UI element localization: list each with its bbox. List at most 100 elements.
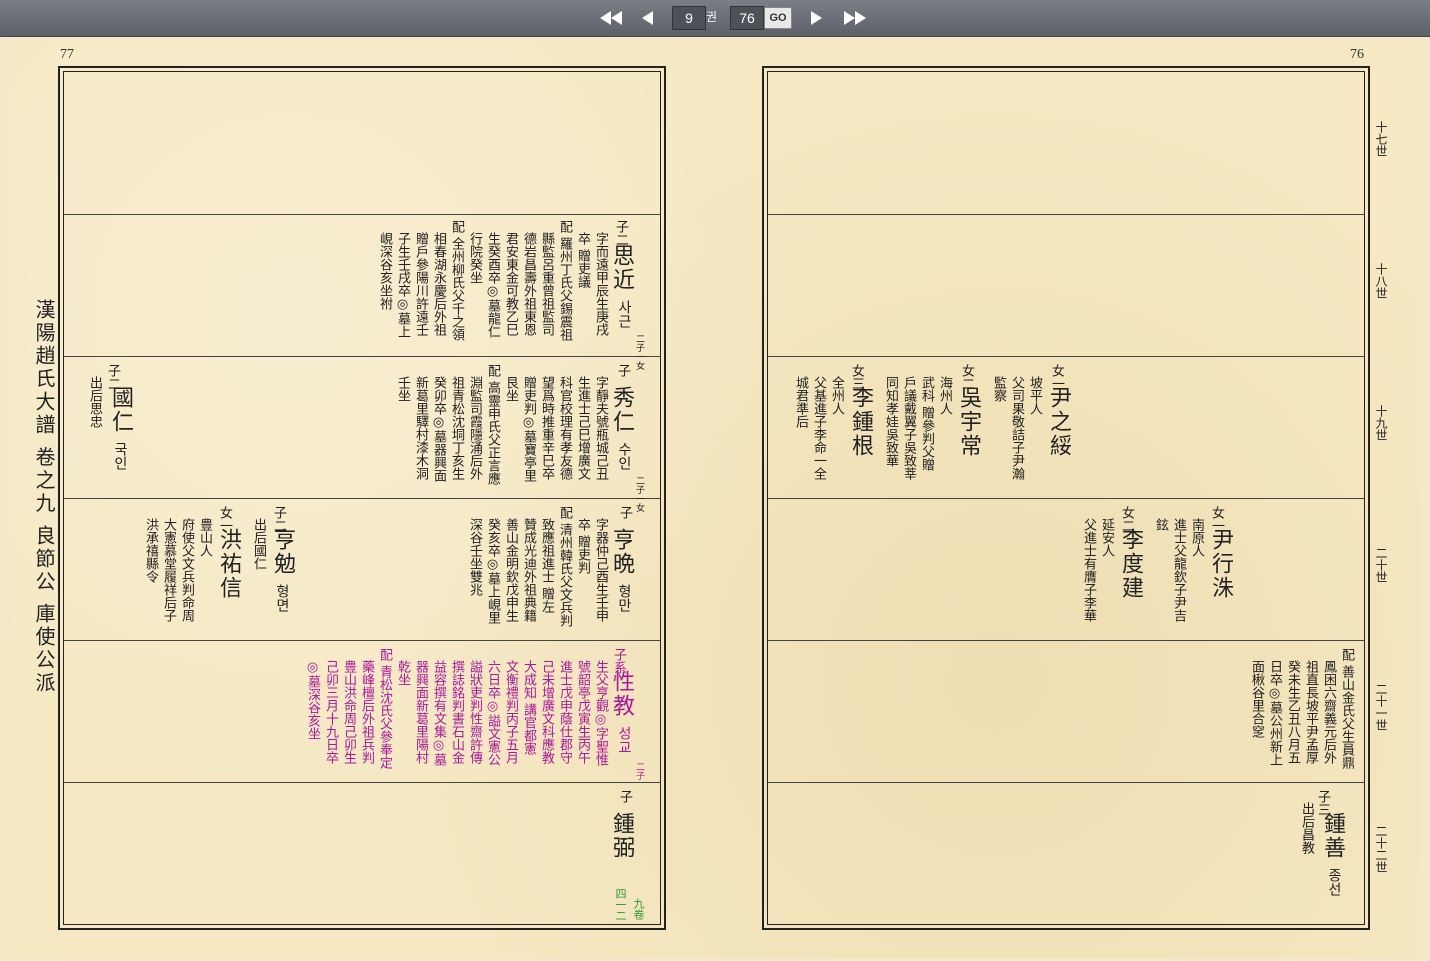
note-line: 縣監呂重曾祖監司 [539,232,554,336]
entry-name: 鍾弼 [609,812,634,860]
entry-korean-name: 형만 [616,584,632,612]
note-line: 行院癸坐 [467,232,482,284]
note-line: 贊成光迪外祖典籍 [521,518,536,622]
note-line: 戶議戴翼子吳致莘 [901,376,916,480]
note-line: 配 羅州丁氏父錫震祖 [557,220,572,342]
note-line: 謚狀吏判性齋許傳 [467,660,482,764]
entry-children-count: 二子一女 [634,476,644,512]
entry-name: 鍾善 [1320,812,1345,860]
entry-children-count: 二子一女 [634,334,644,370]
note-line: 鳳困六齋義元后外 [1321,660,1336,764]
note-line: 峴深谷亥坐祔 [377,232,392,310]
note-line: 坡平人 [1027,376,1042,415]
generation-label: 二十二世 [1374,825,1388,873]
entry-korean-name: 성교 [616,726,632,754]
note-line: 豊山人 [197,518,212,557]
note-line: 淵監司霞隱涌后外 [467,376,482,480]
note-line: 祖青松沈垌丁亥生 [449,376,464,480]
right-page-frame: 女一 尹之綏 坡平人 父司果敬詰子尹瀚 監察 女二 吳宇常 海州人 武科 贈參判… [762,66,1370,930]
note-line: 監察 [991,376,1006,402]
entry-korean-name: 수인 [616,442,632,470]
note-line: 字靜夫號瓶城己丑 [593,376,608,480]
note-line: 卒 贈吏判 [575,518,590,575]
left-arrow-icon [642,11,653,25]
next-page-button[interactable] [808,6,824,30]
note-line: 新葛里驛村漆木洞 [413,376,428,480]
volume-label: 권 [706,10,718,24]
note-line: 城君準后 [793,376,808,428]
note-line: ◎墓深谷亥坐 [305,660,320,740]
entry-name: 亨勉 [270,528,295,576]
entry-name: 洪祐信 [216,528,241,600]
note-line: 日卒◎墓公州新上 [1267,660,1282,766]
first-page-button[interactable] [598,6,624,30]
footer-volume: 九卷 [632,898,645,920]
note-line: 善山金明欽戊申生 [503,518,518,622]
note-line: 延安人 [1099,518,1114,557]
note-line: 大成知 講官都憲 [521,660,536,756]
note-line: 癸卯卒◎墓器興面 [431,376,446,482]
entry-relation: 子二 [613,220,628,246]
note-line: 生進士己巳增廣文 [575,376,590,480]
note-line: 字器仲己酉生壬申 [593,518,608,622]
note-line: 配 全州柳氏父千之領 [449,220,464,342]
go-button[interactable]: GO [764,7,792,29]
note-line: 贈吏判◎墓寶亭里 [521,376,536,482]
note-line: 艮坐 [503,376,518,402]
note-line: 號韶亭戊寅生丙午 [575,660,590,764]
note-line: 癸亥卒◎墓上峴里 [485,518,500,624]
entry-relation: 子 [615,364,630,377]
note-line: 武科 贈參判父贈 [919,376,934,472]
note-line: 配 青松沈氏父參奉定 [377,648,392,770]
entry-name: 亨晩 [609,528,634,576]
left-page-inner-frame: 子二 思近 사근 二子一女 字而遠甲辰生庚戌 卒 贈吏議 配 羅州丁氏父錫震祖 … [63,71,661,925]
note-line: 壬坐 [395,376,410,402]
generation-label: 十九世 [1374,405,1388,441]
note-line: 生父亨觀◎字聖惟 [593,660,608,766]
note-line: 南原人 [1189,518,1204,557]
note-line: 海州人 [937,376,952,415]
note-line: 父進士有膺子李華 [1081,518,1096,622]
prev-page-button[interactable] [640,6,656,30]
footer-page-code: 四一二 [614,888,627,921]
entry-name: 思近 [609,244,634,292]
book-spread: 77 漢陽趙氏大譜 卷之九 良節公 庫使公派 子二 思近 사근 二子一女 字而遠… [10,37,1420,958]
entry-relation: 子 [617,506,632,519]
note-line: 器興面新葛里陽村 [413,660,428,764]
note-line: 進士戊申蔭仕郡守 [557,660,572,764]
entry-name: 國仁 [108,386,133,434]
note-line: 文衡禮判丙子五月 [503,660,518,764]
entry-note: 出后昌教 [1299,802,1314,854]
note-line: 致應祖進士 贈左 [539,518,554,614]
entry-name: 秀仁 [609,386,634,434]
last-page-button[interactable] [842,6,868,30]
note-line: 配 高靈申氏父正言應 [485,364,500,486]
double-right-arrow-icon [844,11,866,25]
right-page-number: 76 [1350,47,1364,62]
total-pages-input[interactable]: 76 [730,6,764,30]
entry-name: 性教 [609,670,634,718]
note-line: 子生壬戌卒◎墓上 [395,232,410,338]
note-line: 配 清州韓氏父文兵判 [557,506,572,628]
double-left-arrow-icon [600,11,622,25]
note-line: 六日卒◎謚文憲公 [485,660,500,766]
note-line: 德岩昌壽外祖東恩 [521,232,536,336]
note-line: 己卯三月十九日卒 [323,660,338,764]
entry-korean-name: 종선 [1326,868,1342,896]
generation-label: 二十一世 [1374,683,1388,731]
entry-korean-name: 사근 [616,300,632,328]
current-page-input[interactable]: 9 [672,6,706,30]
note-line: 益容撰有文集◎墓 [431,660,446,766]
note-line: 撰誌銘判書石山金 [449,660,464,764]
entry-korean-name: 국인 [112,442,128,470]
entry-name: 李鍾根 [848,386,873,458]
left-page-number: 77 [60,47,74,62]
entry-relation: 子 [617,790,632,803]
note-line: 乾坐 [395,660,410,686]
generation-label: 十八世 [1374,263,1388,299]
note-line: 望爲時推重辛巳卒 [539,376,554,480]
entry-name: 尹行洙 [1208,528,1233,600]
entry-name: 尹之綏 [1046,386,1071,458]
entry-name: 吳宇常 [956,386,981,458]
note-line: 生癸酉卒◎墓龍仁 [485,232,500,338]
